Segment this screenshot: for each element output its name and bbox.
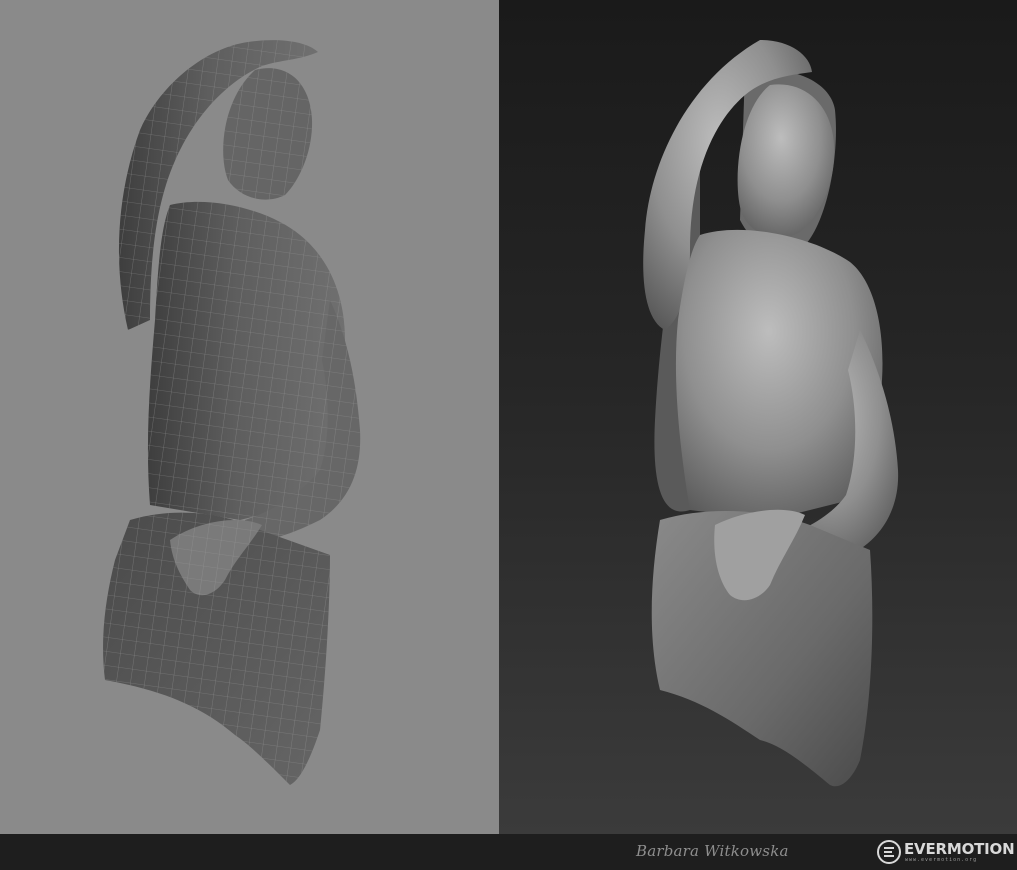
- brand-name: EVERMOTION: [904, 840, 1015, 858]
- brand-logo: EVERMOTION www.evermotion.org: [876, 838, 1015, 866]
- footer-bar: [0, 834, 1017, 870]
- wireframe-figure: [103, 40, 361, 785]
- sculpt-viewport: [499, 0, 1017, 834]
- brand-tagline: www.evermotion.org: [905, 857, 978, 863]
- sculpt-mesh: [643, 40, 899, 787]
- sculpted-figure: [643, 40, 899, 787]
- wireframe-mesh: [103, 40, 361, 785]
- evermotion-logo-icon: [877, 840, 901, 864]
- author-credit: Barbara Witkowska: [636, 842, 789, 860]
- wireframe-viewport: [0, 0, 499, 834]
